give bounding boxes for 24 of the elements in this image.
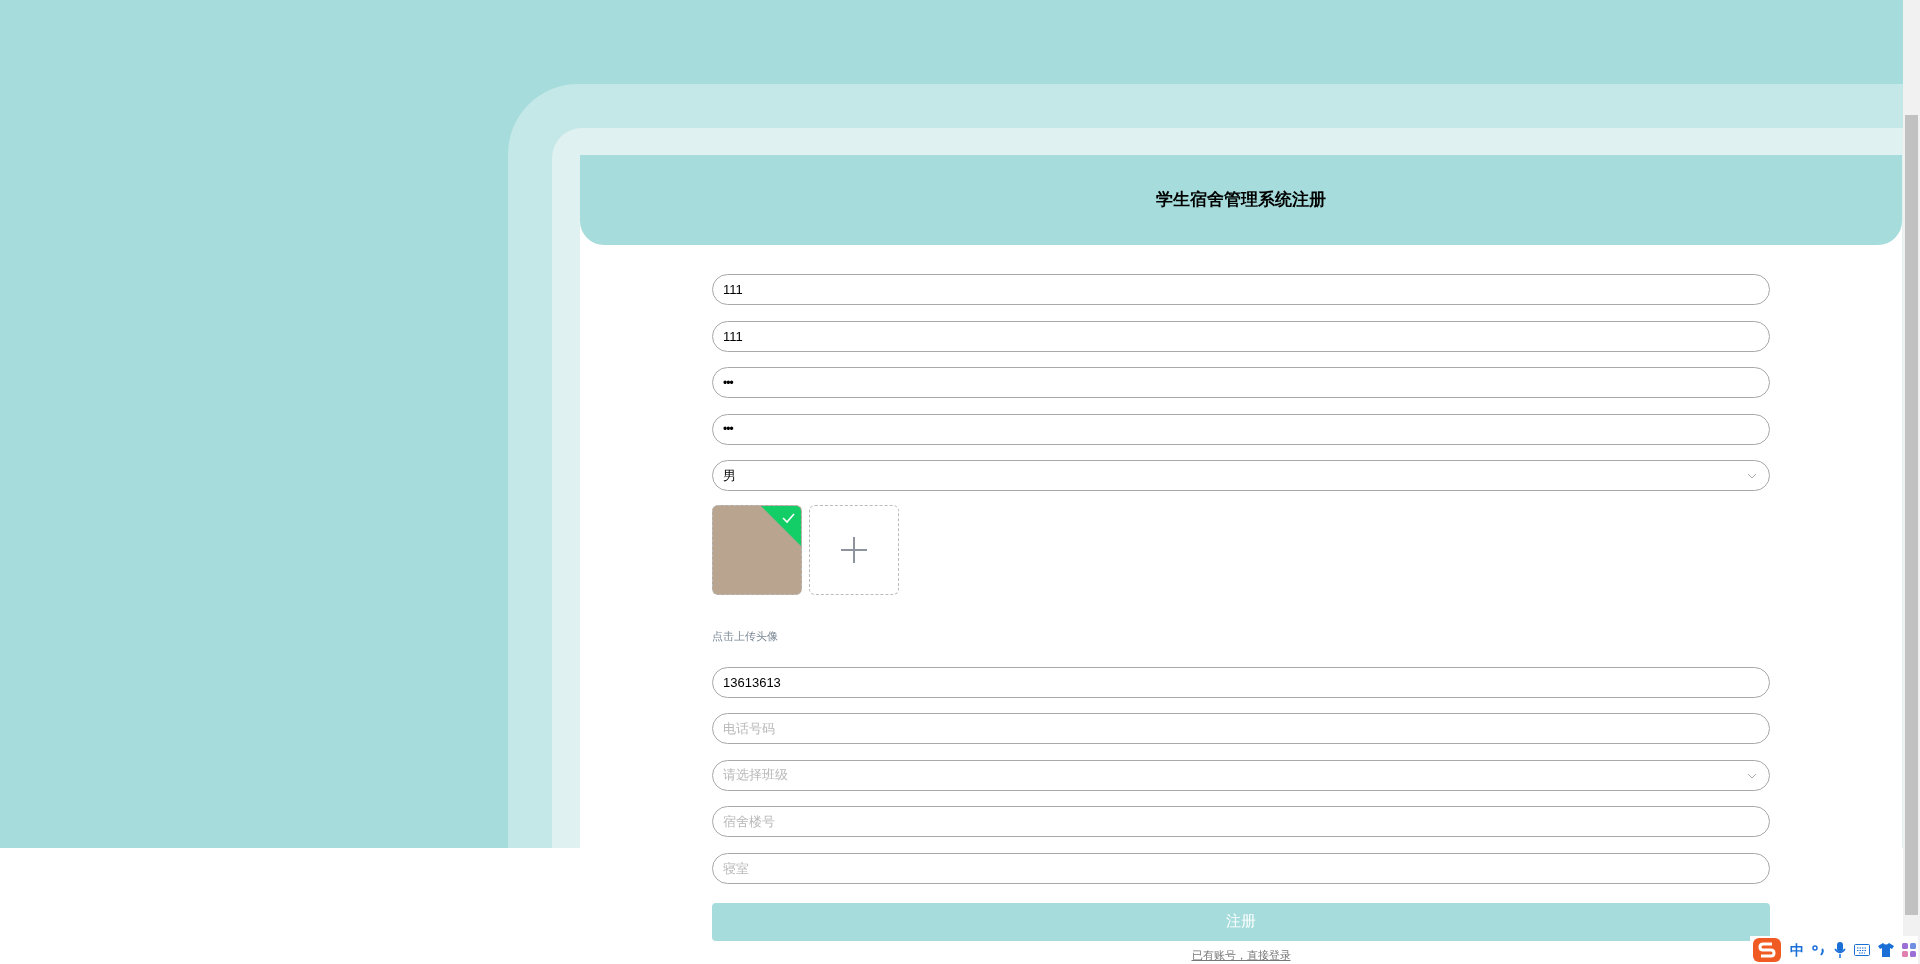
login-link[interactable]: 已有账号，直接登录: [1191, 947, 1291, 962]
grid-icon[interactable]: [1902, 943, 1916, 957]
shirt-icon[interactable]: [1878, 943, 1894, 957]
select-field[interactable]: 男: [712, 460, 1770, 491]
page-title: 学生宿舍管理系统注册: [1156, 189, 1326, 212]
password-field[interactable]: •••: [712, 367, 1770, 398]
input-field[interactable]: 111: [712, 320, 1770, 352]
select-value: 男: [723, 466, 736, 485]
chevron-down-icon: [1747, 772, 1757, 779]
ime-mode-label[interactable]: 中: [1790, 939, 1804, 961]
select-placeholder: 请选择班级: [723, 766, 788, 785]
input-field[interactable]: 电话号码: [712, 713, 1770, 744]
password-field[interactable]: •••: [712, 413, 1770, 445]
input-field[interactable]: 111: [712, 274, 1770, 305]
input-field[interactable]: 寝室: [712, 852, 1770, 884]
upload-tip: 点击上传头像: [712, 629, 779, 644]
input-field[interactable]: 宿舍楼号: [712, 806, 1770, 837]
microphone-icon[interactable]: [1834, 942, 1846, 958]
scrollbar-thumb[interactable]: [1905, 115, 1918, 915]
chevron-down-icon: [1747, 473, 1757, 479]
punctuation-icon[interactable]: [1812, 943, 1826, 957]
input-field[interactable]: 13613613: [712, 666, 1770, 698]
keyboard-icon[interactable]: [1854, 944, 1870, 956]
plus-icon: [841, 537, 867, 563]
